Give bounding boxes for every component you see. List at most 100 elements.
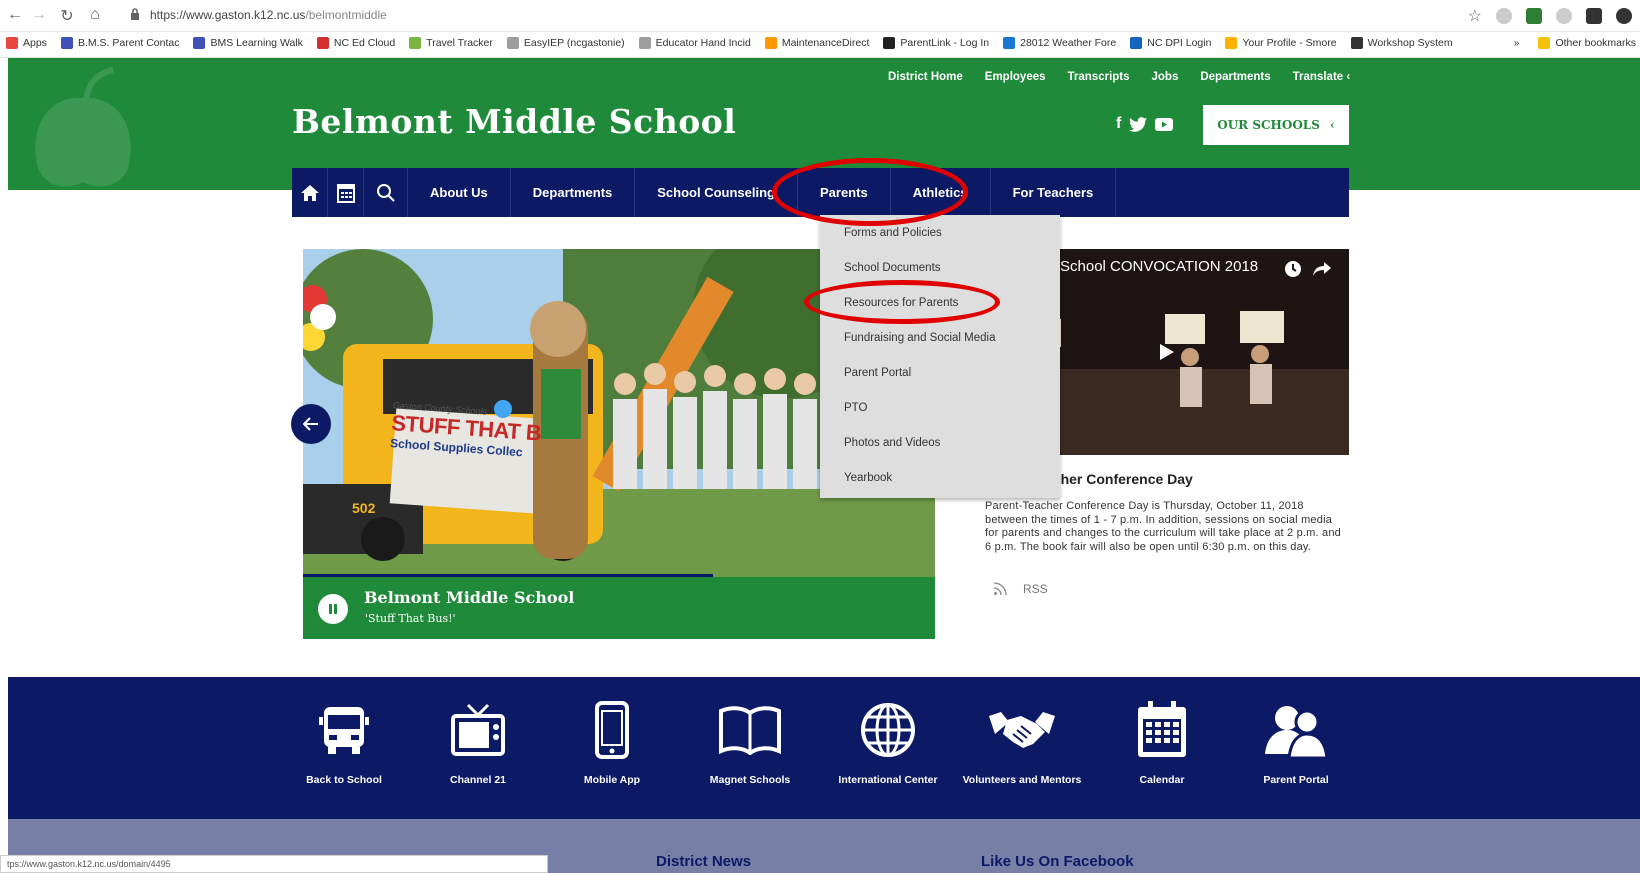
quick-link-back-to-school[interactable]: Back to School	[284, 700, 404, 787]
clock-icon[interactable]	[1284, 260, 1302, 278]
quick-link-label: Parent Portal	[1263, 774, 1329, 786]
chevron-left-icon: ‹	[1329, 118, 1335, 132]
carousel-title[interactable]: Belmont Middle School	[364, 588, 574, 607]
carousel-pause-button[interactable]	[318, 594, 348, 624]
youtube-icon[interactable]	[1155, 117, 1174, 131]
mobile-icon	[595, 701, 629, 759]
share-icon[interactable]	[1312, 260, 1332, 278]
bookmark-item[interactable]: Apps	[6, 37, 47, 49]
extension-icon[interactable]	[1586, 8, 1602, 24]
bookmark-item[interactable]: MaintenanceDirect	[764, 37, 870, 49]
bookmark-icon	[1225, 37, 1238, 49]
dropdown-item-pto[interactable]: PTO	[844, 402, 867, 414]
nav-for-teachers[interactable]: For Teachers	[991, 168, 1117, 217]
bookmark-icon	[409, 37, 422, 49]
nav-about-us[interactable]: About Us	[408, 168, 511, 217]
bookmark-item[interactable]: EasyIEP (ncgastonie)	[506, 37, 625, 49]
bookmark-item[interactable]: ParentLink - Log In	[883, 37, 989, 49]
bookmark-item[interactable]: NC DPI Login	[1130, 37, 1211, 49]
nav-athletics[interactable]: Athletics	[891, 168, 991, 217]
dropdown-item-resources-for-parents[interactable]: Resources for Parents	[844, 297, 958, 309]
browser-toolbar: ← → ↻ ⌂ https://www.gaston.k12.nc.us/bel…	[0, 0, 1640, 32]
extension-icon[interactable]	[1556, 8, 1572, 24]
facebook-icon[interactable]: f	[1116, 115, 1121, 133]
nav-departments[interactable]: Departments	[511, 168, 636, 217]
quick-link-magnet-schools[interactable]: Magnet Schools	[690, 700, 810, 787]
util-link-departments[interactable]: Departments	[1200, 71, 1270, 83]
status-bar-url: tps://www.gaston.k12.nc.us/domain/4495	[0, 855, 548, 873]
bus-number: 502	[352, 500, 376, 516]
nav-school-counseling[interactable]: School Counseling	[635, 168, 798, 217]
our-schools-label: OUR SCHOOLS	[1217, 118, 1320, 132]
star-icon[interactable]: ☆	[1468, 6, 1482, 26]
rss-link[interactable]: RSS	[993, 582, 1048, 596]
calendar-icon	[336, 183, 355, 203]
bookmark-item[interactable]: Your Profile - Smore	[1225, 37, 1337, 49]
quick-link-label: International Center	[838, 774, 938, 786]
dropdown-item-fundraising[interactable]: Fundraising and Social Media	[844, 332, 996, 344]
banner: Gaston County Schools STUFF THAT B Schoo…	[387, 400, 562, 496]
url-field[interactable]: https://www.gaston.k12.nc.us/belmontmidd…	[150, 8, 387, 22]
calendar-icon	[1138, 701, 1186, 757]
main-nav: About Us Departments School Counseling P…	[292, 168, 1349, 217]
bookmark-label: NC DPI Login	[1147, 37, 1212, 49]
nav-parents[interactable]: Parents	[797, 168, 891, 217]
play-icon[interactable]	[1158, 342, 1176, 362]
page-title[interactable]: Belmont Middle School	[292, 102, 736, 141]
calendar-button[interactable]	[328, 168, 364, 217]
news-headline[interactable]: acher Conference Day	[1045, 471, 1193, 487]
video-title[interactable]: School CONVOCATION 2018	[1060, 258, 1258, 275]
bookmark-item[interactable]: BMS Learning Walk	[193, 37, 303, 49]
quick-link-channel-21[interactable]: Channel 21	[418, 700, 538, 787]
other-bookmarks[interactable]: » Other bookmarks	[1514, 37, 1636, 49]
extension-icon[interactable]	[1526, 8, 1542, 24]
dropdown-item-yearbook[interactable]: Yearbook	[844, 472, 892, 484]
bookmark-item[interactable]: 28012 Weather Fore	[1003, 37, 1116, 49]
bookmark-icon	[6, 37, 18, 49]
carousel-subtitle: 'Stuff That Bus!'	[365, 612, 456, 625]
extension-icon[interactable]	[1496, 8, 1512, 24]
quick-link-mobile-app[interactable]: Mobile App	[552, 700, 672, 787]
bookmark-item[interactable]: Travel Tracker	[409, 37, 493, 49]
bookmark-item[interactable]: NC Ed Cloud	[316, 37, 395, 49]
carousel-prev-button[interactable]	[291, 404, 331, 444]
dropdown-item-parent-portal[interactable]: Parent Portal	[844, 367, 911, 379]
bookmark-label: MaintenanceDirect	[781, 37, 870, 49]
bookmark-icon	[316, 37, 329, 49]
dropdown-item-photos-and-videos[interactable]: Photos and Videos	[844, 437, 940, 449]
folder-icon	[1538, 37, 1551, 49]
home-icon[interactable]: ⌂	[84, 6, 106, 24]
bookmark-label: Educator Hand Incid	[655, 37, 751, 49]
util-link-district-home[interactable]: District Home	[888, 71, 963, 83]
quick-link-label: Back to School	[306, 774, 382, 786]
home-button[interactable]	[292, 168, 328, 217]
quick-link-label: Channel 21	[449, 774, 507, 786]
bookmark-icon	[60, 37, 73, 49]
bookmark-item[interactable]: B.M.S. Parent Contac	[60, 37, 179, 49]
twitter-icon[interactable]	[1129, 116, 1148, 132]
handshake-icon	[989, 712, 1055, 748]
our-schools-button[interactable]: OUR SCHOOLS ‹	[1203, 105, 1349, 145]
quick-link-label: Calendar	[1139, 774, 1185, 786]
profile-avatar-icon[interactable]	[1616, 8, 1632, 24]
reload-icon[interactable]: ↻	[56, 6, 78, 26]
quick-link-volunteers[interactable]: Volunteers and Mentors	[962, 700, 1082, 787]
bookmark-item[interactable]: Workshop System	[1350, 37, 1453, 49]
util-link-transcripts[interactable]: Transcripts	[1068, 71, 1130, 83]
quick-link-calendar[interactable]: Calendar	[1102, 700, 1222, 787]
quick-link-parent-portal[interactable]: Parent Portal	[1236, 700, 1356, 787]
bookmark-item[interactable]: Educator Hand Incid	[638, 37, 751, 49]
util-link-jobs[interactable]: Jobs	[1152, 71, 1179, 83]
quick-link-international-center[interactable]: International Center	[828, 700, 948, 787]
quick-link-label: Mobile App	[583, 774, 641, 786]
pause-icon	[329, 604, 337, 614]
util-link-translate[interactable]: Translate ‹	[1293, 71, 1351, 83]
back-icon[interactable]: ←	[4, 6, 26, 24]
forward-icon[interactable]: →	[28, 6, 50, 24]
home-icon	[300, 184, 319, 201]
parents-dropdown-menu: Forms and Policies School Documents Reso…	[820, 215, 1060, 498]
dropdown-item-school-documents[interactable]: School Documents	[844, 262, 941, 274]
dropdown-item-forms-and-policies[interactable]: Forms and Policies	[844, 227, 942, 239]
util-link-employees[interactable]: Employees	[985, 71, 1046, 83]
search-button[interactable]	[364, 168, 408, 217]
